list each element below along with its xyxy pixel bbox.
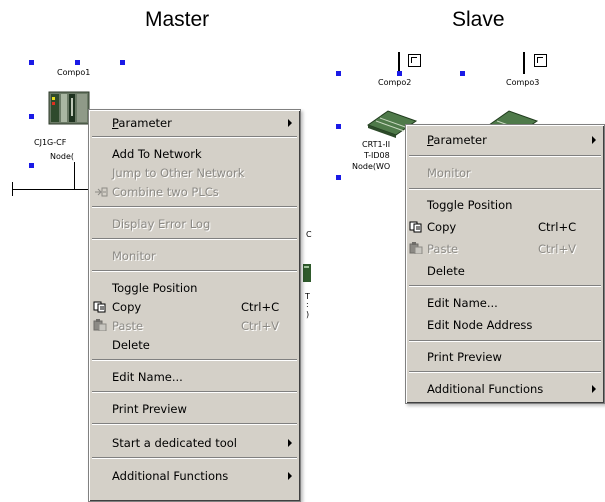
menu-item-parameter[interactable]: Parameter	[408, 130, 602, 150]
menu-item-delete[interactable]: Delete	[91, 335, 298, 355]
selection-handle[interactable]	[29, 163, 34, 168]
menu-separator	[409, 371, 601, 373]
shortcut-icon	[534, 54, 547, 67]
menu-separator	[409, 285, 601, 287]
menu-item-print-preview[interactable]: Print Preview	[91, 399, 298, 419]
menu-item-toggle-position[interactable]: Toggle Position	[91, 278, 298, 298]
menu-separator	[92, 238, 297, 240]
menu-item-edit-node-address[interactable]: Edit Node Address	[408, 315, 602, 335]
plc-master-icon[interactable]	[47, 88, 93, 128]
selection-handle[interactable]	[29, 114, 34, 119]
network-trunk-line	[12, 189, 90, 190]
submenu-arrow-icon	[288, 472, 292, 480]
selection-handle[interactable]	[29, 60, 34, 65]
hidden-node-colon: :	[306, 300, 309, 309]
menu-separator	[92, 206, 297, 208]
hidden-node-paren: )	[306, 310, 310, 319]
hidden-node-c: C	[306, 230, 312, 239]
menu-item-combine-two-plcs[interactable]: Combine two PLCs	[91, 182, 298, 202]
slave-node-name: CRT1-II	[362, 140, 391, 149]
combine-plcs-icon	[95, 187, 108, 197]
submenu-arrow-icon	[288, 439, 292, 447]
trunk-left-cap	[12, 182, 13, 196]
selection-handle[interactable]	[120, 60, 125, 65]
menu-item-copy[interactable]: Copy Ctrl+C	[408, 217, 602, 237]
menu-separator	[92, 457, 297, 459]
menu-item-display-error-log[interactable]: Display Error Log	[91, 214, 298, 234]
slave-heading: Slave	[452, 8, 505, 31]
selection-handle[interactable]	[75, 60, 80, 65]
master-node-name: CJ1G-CF	[34, 138, 67, 147]
menu-item-delete[interactable]: Delete	[408, 261, 602, 281]
menu-separator	[409, 340, 601, 342]
slave-node-type: T-ID08	[364, 151, 390, 160]
menu-item-monitor[interactable]: Monitor	[408, 163, 602, 183]
menu-item-paste[interactable]: Paste Ctrl+V	[408, 239, 602, 259]
copy-icon	[93, 301, 106, 313]
compo2-label: Compo2	[378, 78, 412, 87]
menu-separator	[92, 270, 297, 272]
menu-item-add-to-network[interactable]: Add To Network	[91, 144, 298, 164]
menu-item-edit-name[interactable]: Edit Name...	[91, 367, 298, 387]
shortcut-icon	[408, 54, 421, 67]
slave-context-menu: Parameter Monitor Toggle Position Copy C…	[405, 124, 605, 404]
menu-separator	[409, 155, 601, 157]
selection-handle[interactable]	[460, 71, 465, 76]
slave-node-sub: Node(WO	[352, 162, 391, 171]
compo1-label: Compo1	[57, 68, 91, 77]
master-heading: Master	[145, 8, 210, 31]
menu-item-copy[interactable]: Copy Ctrl+C	[91, 297, 298, 317]
paste-icon	[93, 319, 107, 331]
menu-separator	[92, 136, 297, 138]
menu-item-paste[interactable]: Paste Ctrl+V	[91, 316, 298, 336]
master-drop-line	[74, 162, 75, 190]
master-context-menu: Parameter Add To Network Jump to Other N…	[88, 109, 301, 502]
submenu-arrow-icon	[288, 119, 292, 127]
menu-item-print-preview[interactable]: Print Preview	[408, 347, 602, 367]
menu-item-additional-functions[interactable]: Additional Functions	[408, 379, 602, 399]
copy-icon	[409, 221, 422, 233]
submenu-arrow-icon	[592, 385, 596, 393]
menu-separator	[92, 391, 297, 393]
selection-handle[interactable]	[397, 71, 402, 76]
compo3-label: Compo3	[506, 78, 540, 87]
master-node-sub: Node(	[50, 152, 74, 161]
compo3-drop-line	[523, 52, 525, 74]
menu-item-edit-name[interactable]: Edit Name...	[408, 293, 602, 313]
menu-separator	[92, 359, 297, 361]
selection-handle[interactable]	[336, 175, 341, 180]
menu-separator	[92, 423, 297, 425]
selection-handle[interactable]	[336, 71, 341, 76]
menu-item-toggle-position[interactable]: Toggle Position	[408, 195, 602, 215]
menu-item-monitor[interactable]: Monitor	[91, 246, 298, 266]
submenu-arrow-icon	[592, 136, 596, 144]
menu-item-additional-functions[interactable]: Additional Functions	[91, 466, 298, 486]
hidden-device-icon	[303, 264, 311, 282]
selection-handle[interactable]	[336, 124, 341, 129]
menu-item-start-dedicated-tool[interactable]: Start a dedicated tool	[91, 433, 298, 453]
menu-separator	[409, 188, 601, 190]
menu-item-parameter[interactable]: Parameter	[91, 113, 298, 133]
paste-icon	[409, 242, 423, 254]
menu-item-jump-to-other-network[interactable]: Jump to Other Network	[91, 163, 298, 183]
